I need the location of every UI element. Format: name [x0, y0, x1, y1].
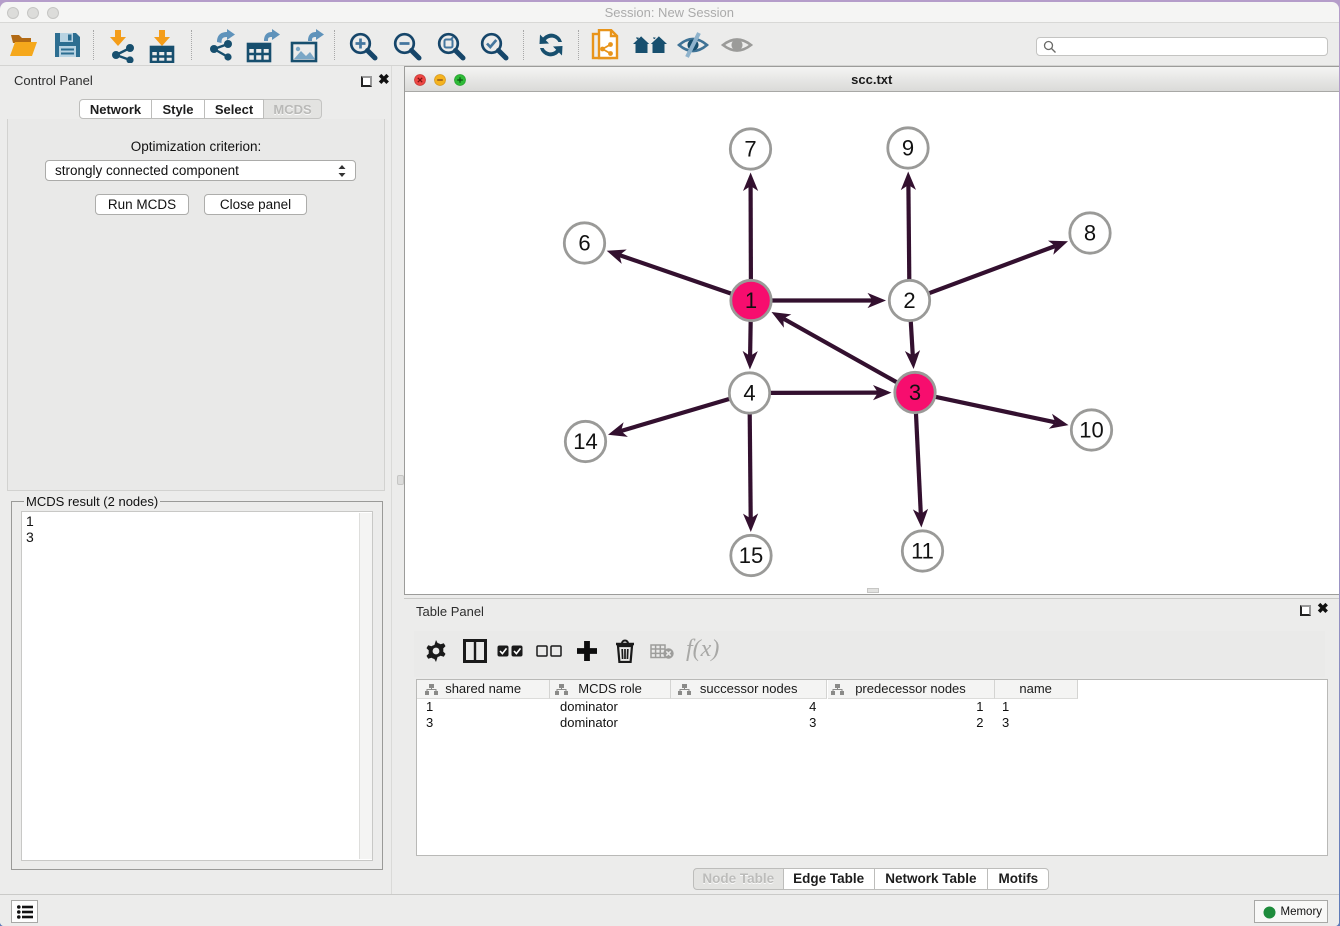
svg-text:2: 2: [903, 288, 915, 313]
svg-text:14: 14: [573, 429, 597, 454]
svg-text:15: 15: [739, 543, 763, 568]
svg-text:6: 6: [578, 231, 590, 256]
svg-text:1: 1: [745, 288, 757, 313]
svg-text:10: 10: [1079, 418, 1103, 443]
svg-text:7: 7: [744, 137, 756, 162]
svg-text:11: 11: [911, 539, 934, 564]
svg-text:9: 9: [902, 136, 914, 161]
svg-text:8: 8: [1084, 221, 1096, 246]
svg-text:3: 3: [909, 380, 921, 405]
svg-text:4: 4: [743, 381, 755, 406]
